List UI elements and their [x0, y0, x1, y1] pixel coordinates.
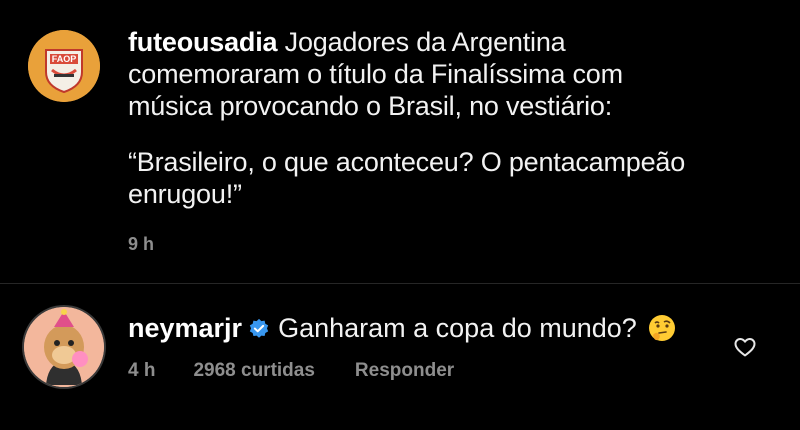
thinking-face-emoji: [648, 315, 675, 341]
post-caption-text: futeousadia Jogadores da Argentina comem…: [128, 26, 768, 210]
comment-author-avatar[interactable]: [24, 307, 104, 387]
section-divider: [0, 283, 800, 284]
post-author-avatar[interactable]: FAOP: [28, 30, 100, 102]
heart-outline-icon[interactable]: [733, 335, 757, 359]
comment-text: Ganharam a copa do mundo?: [278, 313, 637, 343]
caption-line-2: comemoraram o título da Finalíssima com: [128, 59, 623, 89]
quote-line-2: enrugou!”: [128, 179, 242, 209]
caption-line-1: Jogadores da Argentina: [284, 27, 566, 57]
futeousadia-logo-icon: FAOP: [28, 30, 100, 102]
comment-likes-count[interactable]: 2968 curtidas: [193, 360, 314, 382]
comment-line: neymarjr Ganharam a copa do mundo?: [128, 312, 677, 344]
bored-ape-avatar-icon: [24, 307, 104, 387]
verified-badge-icon: [249, 318, 269, 338]
comment-username[interactable]: neymarjr: [128, 312, 242, 344]
post-caption: FAOP futeousadia Jogadores da Argentina …: [0, 0, 800, 275]
comment-timestamp: 4 h: [128, 360, 156, 381]
post-username[interactable]: futeousadia: [128, 27, 278, 57]
post-timestamp: 9 h: [128, 234, 155, 254]
reply-button[interactable]: Responder: [355, 360, 454, 382]
comment-meta: 4 h 2968 curtidas Responder: [128, 360, 454, 382]
caption-line-3: música provocando o Brasil, no vestiário…: [128, 91, 613, 121]
post-avatar-text: FAOP: [52, 54, 77, 64]
quote-line-1: “Brasileiro, o que aconteceu? O pentacam…: [128, 147, 686, 177]
